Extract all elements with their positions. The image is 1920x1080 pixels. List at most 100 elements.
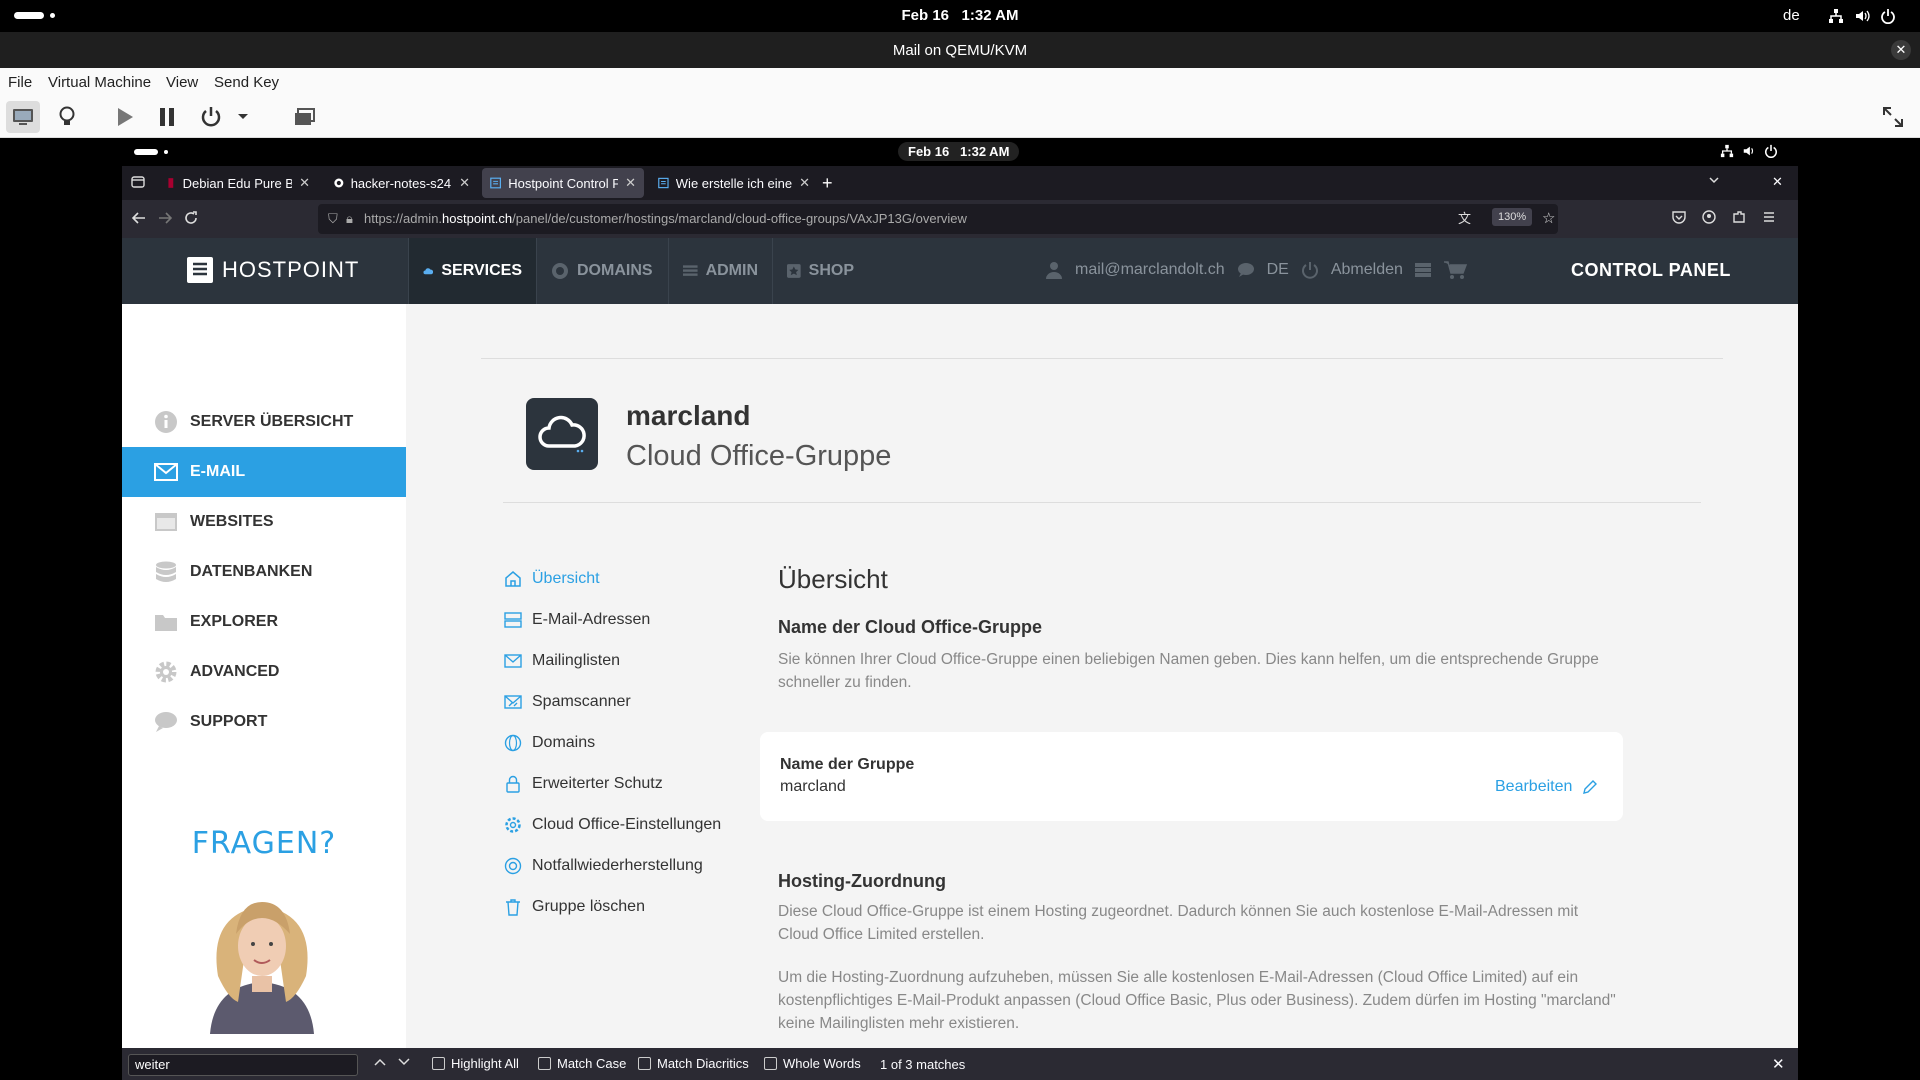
match-diacritics-checkbox[interactable]: Match Diacritics: [638, 1056, 749, 1071]
menu-virtual-machine[interactable]: Virtual Machine: [48, 74, 151, 91]
tab-close-icon[interactable]: ✕: [299, 175, 310, 191]
sidebar-item-websites[interactable]: WEBSITES: [122, 497, 406, 547]
tab-hostpoint[interactable]: Hostpoint Control Panel ✕: [482, 168, 644, 198]
admin-list-icon: [683, 265, 698, 276]
highlight-all-checkbox[interactable]: Highlight All: [432, 1056, 519, 1071]
account-icon[interactable]: [1702, 210, 1716, 224]
tab-close-icon[interactable]: ✕: [799, 175, 810, 191]
pause-button[interactable]: [150, 101, 184, 133]
sidebar-item-explorer[interactable]: EXPLORER: [122, 597, 406, 647]
checkbox[interactable]: [764, 1057, 777, 1070]
snapshots-button[interactable]: [288, 101, 322, 133]
volume-icon: [1743, 146, 1754, 156]
window-close-button[interactable]: ✕: [1772, 174, 1783, 190]
subnav-notfallwiederherstellung[interactable]: Notfallwiederherstellung: [504, 853, 703, 879]
subnav-mailinglisten[interactable]: Mailinglisten: [504, 648, 620, 674]
translate-icon[interactable]: 文: [1458, 204, 1471, 234]
server-stack-icon[interactable]: [1414, 262, 1431, 278]
zoom-indicator[interactable]: 130%: [1492, 208, 1533, 226]
language-dropdown[interactable]: DE: [1267, 261, 1289, 279]
back-button[interactable]: [132, 211, 146, 225]
hamburger-menu-icon[interactable]: [1762, 210, 1776, 224]
tab-wie-erstelle[interactable]: Wie erstelle ich eine E-Ma ✕: [650, 168, 818, 198]
subnav-spamscanner[interactable]: Spamscanner: [504, 689, 631, 715]
reload-button[interactable]: [184, 211, 198, 225]
vm-window-titlebar: Mail on QEMU/KVM ✕: [0, 32, 1920, 68]
checkbox[interactable]: [538, 1057, 551, 1070]
edit-name-button[interactable]: Bearbeiten: [1495, 778, 1598, 796]
guest-activities-indicator[interactable]: [134, 149, 158, 155]
menu-send-key[interactable]: Send Key: [214, 74, 279, 91]
tracking-shield-icon[interactable]: ⛉: [328, 204, 338, 234]
host-clock[interactable]: Feb 16 1:32 AM: [0, 7, 1920, 24]
lock-icon[interactable]: 🔒︎: [346, 204, 353, 234]
user-email-link[interactable]: mail@marclandolt.ch: [1075, 261, 1225, 279]
guest-system-tray[interactable]: [1720, 144, 1778, 158]
sidebar-item-server-ubersicht[interactable]: SERVER ÜBERSICHT: [122, 397, 406, 447]
url-bar[interactable]: ⛉ 🔒︎ https://admin.hostpoint.ch/panel/de…: [318, 204, 1558, 234]
whole-words-checkbox[interactable]: Whole Words: [764, 1056, 861, 1071]
fullscreen-button[interactable]: [1876, 101, 1910, 133]
subnav-email-adressen[interactable]: E-Mail-Adressen: [504, 607, 650, 633]
checkbox[interactable]: [432, 1057, 445, 1070]
hostpoint-logo[interactable]: HOSTPOINT: [186, 256, 359, 284]
vm-close-button[interactable]: ✕: [1891, 40, 1911, 60]
sidebar-item-advanced[interactable]: ADVANCED: [122, 647, 406, 697]
lifebuoy-icon: [504, 857, 522, 875]
subnav-domains[interactable]: Domains: [504, 730, 595, 756]
menu-file[interactable]: File: [8, 74, 32, 91]
subnav-gruppe-loschen[interactable]: Gruppe löschen: [504, 894, 645, 920]
database-icon: [156, 561, 176, 582]
tab-overview-button[interactable]: [130, 174, 146, 190]
menu-view[interactable]: View: [166, 74, 198, 91]
console-button[interactable]: [6, 101, 40, 133]
run-button[interactable]: [108, 101, 142, 133]
pocket-icon[interactable]: [1672, 210, 1686, 224]
sidebar-item-datenbanken[interactable]: DATENBANKEN: [122, 547, 406, 597]
find-next-button[interactable]: [398, 1057, 410, 1067]
list-tabs-button[interactable]: [1708, 174, 1720, 186]
shutdown-button[interactable]: [194, 101, 228, 133]
nav-admin[interactable]: ADMIN: [668, 238, 772, 304]
shutdown-menu-button[interactable]: [232, 101, 254, 133]
subnav-cloud-office-einstellungen[interactable]: Cloud Office-Einstellungen: [504, 812, 721, 838]
cart-icon[interactable]: [1443, 260, 1467, 280]
bookmark-star-icon[interactable]: ☆: [1542, 209, 1555, 227]
tab-hacker-notes[interactable]: hacker-notes-s24m11/tag ✕: [326, 168, 478, 198]
guest-workspace-dot: [164, 150, 168, 154]
tab-close-icon[interactable]: ✕: [459, 175, 470, 191]
pause-icon: [160, 108, 174, 126]
extensions-icon[interactable]: [1732, 210, 1746, 224]
chevron-down-icon: [1709, 177, 1719, 184]
globe-icon: [552, 263, 568, 279]
nav-domains[interactable]: DOMAINS: [536, 238, 668, 304]
guest-clock[interactable]: Feb 16 1:32 AM: [898, 142, 1020, 161]
find-close-button[interactable]: ✕: [1772, 1055, 1785, 1073]
find-input[interactable]: weiter: [128, 1054, 358, 1076]
guest-display[interactable]: Feb 16 1:32 AM Debian Edu Pure Blend ✕ h…: [0, 138, 1920, 1080]
sidebar-item-support[interactable]: SUPPORT: [122, 697, 406, 747]
tab-debian-edu[interactable]: Debian Edu Pure Blend ✕: [158, 168, 318, 198]
details-button[interactable]: [50, 101, 84, 133]
keyboard-layout[interactable]: de: [1783, 7, 1800, 24]
logout-link[interactable]: Abmelden: [1331, 261, 1403, 279]
sidebar-item-email[interactable]: E-MAIL: [122, 447, 406, 497]
group-name-title: marcland: [626, 400, 751, 431]
nav-services[interactable]: SERVICES: [408, 238, 536, 304]
checkbox[interactable]: [638, 1057, 651, 1070]
navigation-bar: ⛉ 🔒︎ https://admin.hostpoint.ch/panel/de…: [122, 200, 1798, 238]
system-tray[interactable]: [1828, 8, 1896, 24]
forward-button[interactable]: [158, 211, 172, 225]
tab-close-icon[interactable]: ✕: [625, 175, 636, 191]
nav-shop[interactable]: SHOP: [772, 238, 868, 304]
header-user-area: mail@marclandolt.ch DE Abmelden: [1045, 260, 1467, 280]
find-previous-button[interactable]: [374, 1057, 386, 1067]
group-name-label: Name der Gruppe: [780, 756, 915, 773]
group-name-card: Name der Gruppe marcland Bearbeiten: [760, 732, 1623, 821]
new-tab-button[interactable]: +: [822, 173, 833, 194]
volume-icon: [1856, 10, 1870, 22]
lightbulb-icon: [59, 106, 75, 125]
subnav-ubersicht[interactable]: Übersicht: [504, 566, 600, 592]
match-case-checkbox[interactable]: Match Case: [538, 1056, 626, 1071]
subnav-erweiterter-schutz[interactable]: Erweiterter Schutz: [504, 771, 663, 797]
